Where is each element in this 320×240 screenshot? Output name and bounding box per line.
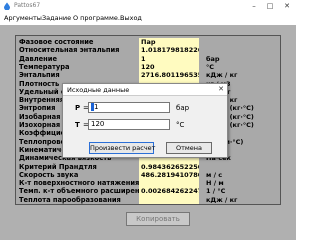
pressure-value: 1 bbox=[94, 103, 99, 111]
property-value: 2716.8011965356 bbox=[139, 71, 199, 80]
pressure-unit: бар bbox=[176, 104, 190, 112]
menu-arguments[interactable]: Аргументы bbox=[4, 14, 42, 22]
property-name: К-т поверхностного натяжения bbox=[19, 179, 140, 188]
property-name: Скорость звука bbox=[19, 170, 79, 179]
window-title: Pattos67 bbox=[14, 2, 41, 9]
property-unit: м / с bbox=[206, 170, 223, 179]
title-bar: Pattos67 – □ ✕ bbox=[0, 0, 296, 12]
temperature-unit: °С bbox=[176, 121, 185, 129]
table-row: Скорость звука 486.281941078098 м / с bbox=[16, 170, 280, 179]
table-row: Энтальпия 2716.8011965356 кДж / кг bbox=[16, 71, 280, 80]
compute-button[interactable]: Произвести расчет bbox=[89, 142, 155, 154]
property-name: Плотность bbox=[19, 79, 60, 88]
property-name: Температура bbox=[19, 62, 70, 71]
property-unit: кДж / кг bbox=[206, 71, 238, 80]
dialog-body: P = 1 бар T = 120 °С Произвести расчет О… bbox=[63, 95, 227, 158]
cancel-button[interactable]: Отмена bbox=[166, 142, 212, 154]
property-value: 1 bbox=[139, 54, 199, 63]
property-unit: 1 / °С bbox=[206, 187, 226, 196]
property-value: 120 bbox=[139, 62, 199, 71]
property-value: 0.00268426224749070 bbox=[139, 187, 199, 196]
input-dialog: Исходные данные ✕ P = 1 бар T = 120 °С П… bbox=[62, 83, 228, 158]
dialog-close-icon[interactable]: ✕ bbox=[218, 85, 224, 93]
property-value: 486.281941078098 bbox=[139, 170, 199, 179]
property-unit: Н / м bbox=[206, 179, 224, 188]
menu-bar: Аргументы Задание О программе... Выход bbox=[0, 12, 296, 25]
property-unit: бар bbox=[206, 54, 220, 63]
property-unit: кДж / кг bbox=[206, 195, 238, 204]
minimize-button[interactable]: – bbox=[248, 1, 260, 11]
temperature-input[interactable]: 120 bbox=[88, 119, 170, 130]
property-name: Давление bbox=[19, 54, 57, 63]
pressure-input[interactable]: 1 bbox=[88, 102, 170, 113]
property-name: Фазовое состояние bbox=[19, 38, 94, 46]
table-row: К-т поверхностного натяжения Н / м bbox=[16, 179, 280, 188]
table-row: Критерий Прандтля 0.984362652250116 bbox=[16, 162, 280, 171]
property-name: Темп. к-т объемного расширения bbox=[19, 187, 149, 196]
copy-button[interactable]: Копировать bbox=[126, 212, 190, 226]
pressure-label: P bbox=[75, 104, 81, 112]
temperature-label: T bbox=[75, 121, 80, 129]
table-row: Фазовое состояние Пар bbox=[16, 38, 280, 46]
property-value: 1.01817981822694 bbox=[139, 46, 199, 55]
property-unit: °С bbox=[206, 62, 215, 71]
temperature-value: 120 bbox=[91, 120, 105, 128]
property-name: Энтальпия bbox=[19, 71, 60, 80]
property-value bbox=[139, 195, 199, 204]
property-name: Критерий Прандтля bbox=[19, 162, 97, 171]
table-row: Темп. к-т объемного расширения 0.00268426… bbox=[16, 187, 280, 196]
table-row: Теплота парообразования кДж / кг bbox=[16, 195, 280, 204]
property-name: Теплота парообразования bbox=[19, 195, 121, 204]
table-row: Давление 1 бар bbox=[16, 54, 280, 63]
property-name: Энтропия bbox=[19, 104, 56, 113]
menu-task[interactable]: Задание bbox=[42, 14, 71, 22]
table-row: Относительная энтальпия 1.01817981822694 bbox=[16, 46, 280, 55]
property-name: Относительная энтальпия bbox=[19, 46, 120, 55]
dialog-title: Исходные данные bbox=[67, 86, 130, 94]
menu-about[interactable]: О программе... bbox=[73, 14, 124, 22]
dialog-title-bar: Исходные данные ✕ bbox=[63, 84, 227, 95]
property-value: Пар bbox=[139, 38, 199, 46]
menu-exit[interactable]: Выход bbox=[120, 14, 142, 22]
close-window-button[interactable]: ✕ bbox=[281, 1, 293, 11]
table-row: Температура 120 °С bbox=[16, 62, 280, 71]
maximize-button[interactable]: □ bbox=[264, 1, 276, 11]
water-drop-icon bbox=[4, 2, 10, 10]
property-value bbox=[139, 179, 199, 188]
property-value: 0.984362652250116 bbox=[139, 162, 199, 171]
